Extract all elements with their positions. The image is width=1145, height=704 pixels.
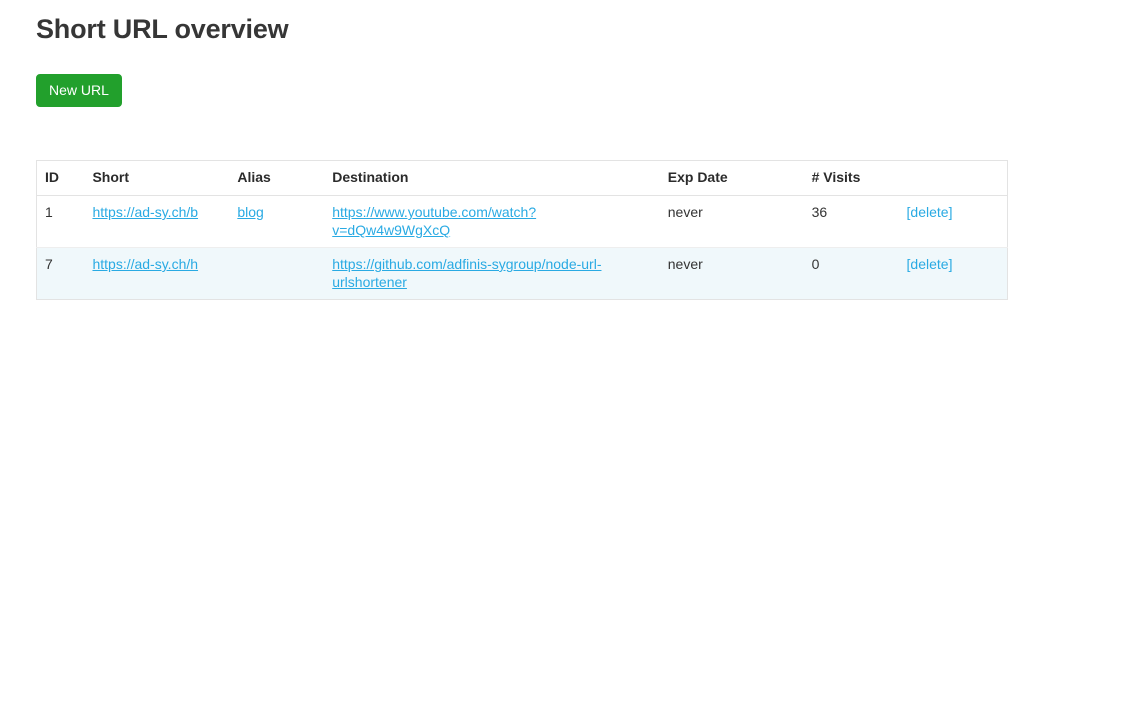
link-underline-tail (122, 93, 130, 94)
column-header-actions (898, 160, 1008, 196)
short-url-overview-page: Short URL overview New URL ID Short Alia… (0, 0, 1145, 704)
url-table: ID Short Alias Destination Exp Date # Vi… (36, 160, 1008, 300)
cell-exp-date: never (659, 247, 804, 300)
short-url-link[interactable]: https://ad-sy.ch/h (92, 256, 198, 272)
cell-short: https://ad-sy.ch/h (84, 247, 230, 300)
destination-link[interactable]: https://www.youtube.com/watch?v=dQw4w9Wg… (332, 204, 536, 238)
table-header-row: ID Short Alias Destination Exp Date # Vi… (36, 160, 1008, 196)
cell-exp-date: never (659, 195, 804, 248)
column-header-exp-date: Exp Date (659, 160, 804, 196)
table-body: 1 https://ad-sy.ch/b blog https://www.yo… (36, 195, 1008, 300)
cell-alias (229, 247, 325, 300)
column-header-alias: Alias (229, 160, 325, 196)
destination-link[interactable]: https://github.com/adfinis-sygroup/node-… (332, 256, 601, 290)
column-header-visits: # Visits (803, 160, 899, 196)
cell-actions: [delete] (898, 195, 1008, 248)
cell-alias: blog (229, 195, 325, 248)
cell-actions: [delete] (898, 247, 1008, 300)
cell-destination: https://github.com/adfinis-sygroup/node-… (324, 247, 660, 300)
page-title: Short URL overview (36, 14, 289, 44)
cell-visits: 0 (803, 247, 899, 300)
url-table-container: ID Short Alias Destination Exp Date # Vi… (36, 160, 1008, 300)
cell-id: 1 (36, 195, 85, 248)
cell-id: 7 (36, 247, 85, 300)
cell-destination: https://www.youtube.com/watch?v=dQw4w9Wg… (324, 195, 660, 248)
delete-link[interactable]: [delete] (907, 256, 953, 272)
table-row: 1 https://ad-sy.ch/b blog https://www.yo… (36, 195, 1008, 248)
cell-visits: 36 (803, 195, 899, 248)
column-header-id: ID (36, 160, 85, 196)
column-header-destination: Destination (324, 160, 660, 196)
delete-link[interactable]: [delete] (907, 204, 953, 220)
table-head: ID Short Alias Destination Exp Date # Vi… (36, 160, 1008, 196)
new-url-button[interactable]: New URL (36, 74, 122, 107)
short-url-link[interactable]: https://ad-sy.ch/b (92, 204, 198, 220)
column-header-short: Short (84, 160, 230, 196)
alias-link[interactable]: blog (237, 204, 263, 220)
new-url-link[interactable]: New URL (36, 74, 130, 107)
cell-short: https://ad-sy.ch/b (84, 195, 230, 248)
table-row: 7 https://ad-sy.ch/h https://github.com/… (36, 247, 1008, 300)
